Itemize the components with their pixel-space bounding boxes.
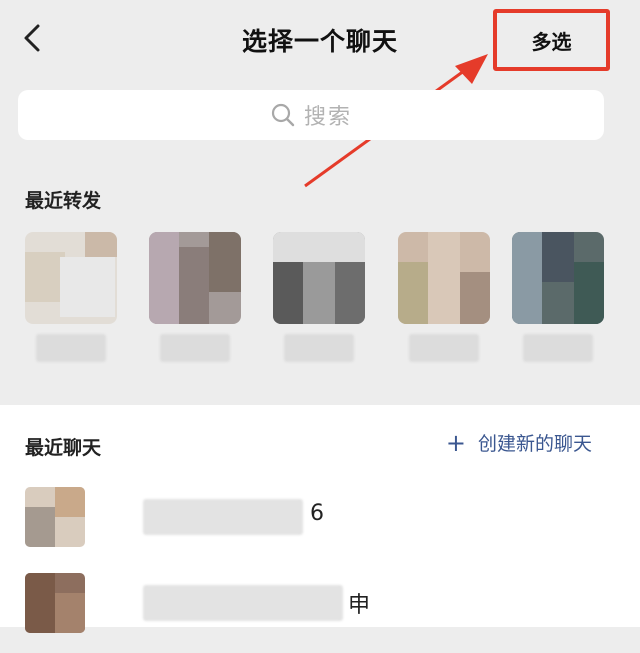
avatar [149,232,241,324]
contact-name [284,334,354,362]
recent-contact[interactable] [512,232,604,372]
contact-name [160,334,230,362]
avatar [512,232,604,324]
plus-icon: + [445,428,466,457]
avatar [25,232,117,324]
recent-chats-panel: 最近聊天 + 创建新的聊天 6 申 [0,405,640,633]
avatar [25,573,85,633]
avatar [398,232,490,324]
recent-forward-title: 最近转发 [25,190,102,212]
search-placeholder: 搜索 [303,105,352,130]
multi-select-button[interactable]: 多选 [493,9,610,71]
recent-contact[interactable] [398,232,490,372]
contact-name [409,334,479,362]
create-new-chat-label: 创建新的聊天 [477,433,592,455]
create-new-chat-button[interactable]: + 创建新的聊天 [446,429,592,456]
recent-forward-list [0,232,640,382]
top-area: 选择一个聊天 多选 搜索 最近转发 [0,0,640,405]
chat-list-item[interactable]: 申 [0,573,640,653]
search-icon [271,103,295,127]
chat-name [143,499,303,535]
contact-name [36,334,106,362]
avatar [25,487,85,547]
avatar [273,232,365,324]
recent-chats-title: 最近聊天 [25,437,102,459]
chat-name-suffix: 申 [348,593,371,618]
nav-bar: 选择一个聊天 多选 [0,0,640,78]
chat-name-suffix: 6 [310,501,324,526]
search-input[interactable]: 搜索 [18,90,604,140]
chat-name [143,585,343,621]
chat-list-item[interactable]: 6 [0,487,640,567]
recent-contact[interactable] [149,232,241,372]
recent-contact[interactable] [25,232,117,372]
recent-contact[interactable] [273,232,365,372]
contact-name [523,334,593,362]
